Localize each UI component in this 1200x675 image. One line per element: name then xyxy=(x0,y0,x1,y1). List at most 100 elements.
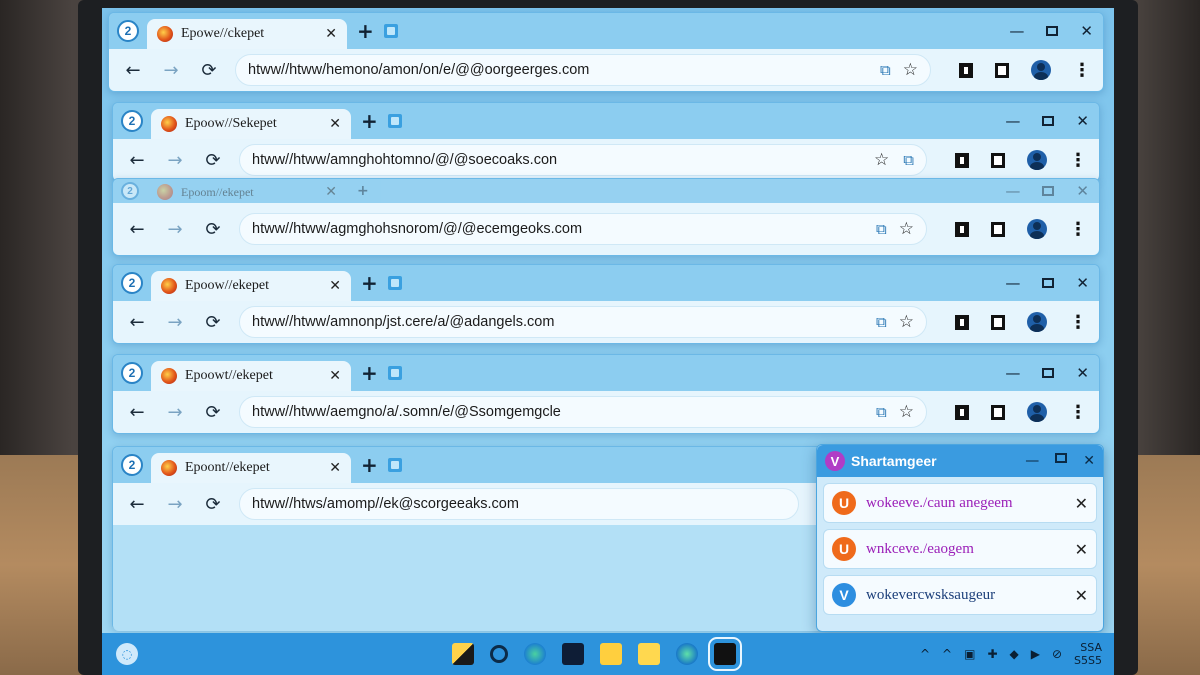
tray-arrow-icon[interactable]: ^ xyxy=(942,647,952,661)
maximize-button[interactable] xyxy=(1055,453,1068,463)
new-tab-button[interactable]: + xyxy=(361,361,378,385)
reading-list-icon[interactable] xyxy=(959,62,973,78)
profile-icon[interactable] xyxy=(1027,312,1047,332)
item-dismiss-icon[interactable]: ✕ xyxy=(1075,494,1088,513)
close-window-button[interactable]: ✕ xyxy=(1076,274,1089,292)
tab-close-icon[interactable]: ✕ xyxy=(329,460,341,476)
reload-button[interactable]: ⟳ xyxy=(201,312,225,333)
minimize-button[interactable]: — xyxy=(1005,364,1020,382)
new-tab-button[interactable]: + xyxy=(357,19,374,43)
browser-tab[interactable]: Epowe//ckepet ✕ xyxy=(147,19,347,49)
sidebar-icon[interactable] xyxy=(991,152,1005,168)
maximize-button[interactable] xyxy=(1046,26,1059,36)
tray-add-icon[interactable]: ✚ xyxy=(987,647,997,661)
minimize-button[interactable]: — xyxy=(1025,453,1039,469)
tab-close-icon[interactable]: ✕ xyxy=(329,278,341,294)
browser-tab[interactable]: Epoom//ekepet ✕ xyxy=(147,181,347,203)
browser-tab[interactable]: Epoont//ekepet ✕ xyxy=(151,453,351,483)
back-button[interactable]: ← xyxy=(125,150,149,171)
menu-icon[interactable]: ⋮ xyxy=(1073,60,1091,81)
new-tab-button[interactable]: + xyxy=(361,453,378,477)
tab-search-icon[interactable] xyxy=(387,458,402,472)
maximize-button[interactable] xyxy=(1042,116,1055,126)
address-bar[interactable]: htww//htww/amnghohtomno/@/@soecoaks.con … xyxy=(239,144,927,176)
panel-list-item[interactable]: V wokevercwsksaugeur ✕ xyxy=(823,575,1097,615)
profile-icon[interactable] xyxy=(1027,150,1047,170)
minimize-button[interactable]: — xyxy=(1005,182,1020,200)
bookmark-star-icon[interactable]: ☆ xyxy=(899,312,914,332)
sidebar-icon[interactable] xyxy=(991,314,1005,330)
store-app-icon[interactable] xyxy=(708,637,742,671)
tray-diamond-icon[interactable]: ◆ xyxy=(1010,647,1019,661)
profile-icon[interactable] xyxy=(1027,219,1047,239)
file-explorer-icon[interactable] xyxy=(600,643,622,665)
address-bar[interactable]: htww//htww/amnonp/jst.cere/a/@adangels.c… xyxy=(239,306,927,338)
tab-close-icon[interactable]: ✕ xyxy=(325,26,337,42)
new-tab-button[interactable]: + xyxy=(361,109,378,133)
forward-button[interactable]: → xyxy=(163,312,187,333)
menu-icon[interactable]: ⋮ xyxy=(1069,402,1087,423)
tab-search-icon[interactable] xyxy=(387,114,402,128)
extension-icon[interactable]: ⧉ xyxy=(903,151,914,169)
maximize-button[interactable] xyxy=(1042,278,1055,288)
bookmark-star-icon[interactable]: ☆ xyxy=(903,60,918,80)
forward-button[interactable]: → xyxy=(163,150,187,171)
profile-icon[interactable] xyxy=(1031,60,1051,80)
minimize-button[interactable]: — xyxy=(1005,274,1020,292)
address-bar[interactable]: htww//htww/agmghohsnorom/@/@ecemgeoks.co… xyxy=(239,213,927,245)
taskbar-clock[interactable]: SSA S5S5 xyxy=(1074,641,1102,667)
reload-button[interactable]: ⟳ xyxy=(201,494,225,515)
reload-button[interactable]: ⟳ xyxy=(201,150,225,171)
tab-close-icon[interactable]: ✕ xyxy=(325,184,337,200)
forward-button[interactable]: → xyxy=(163,219,187,240)
menu-icon[interactable]: ⋮ xyxy=(1069,150,1087,171)
maximize-button[interactable] xyxy=(1042,368,1055,378)
reload-button[interactable]: ⟳ xyxy=(197,60,221,81)
windows-start-icon[interactable] xyxy=(452,643,474,665)
forward-button[interactable]: → xyxy=(163,494,187,515)
profile-icon[interactable] xyxy=(1027,402,1047,422)
forward-button[interactable]: → xyxy=(163,402,187,423)
new-tab-button[interactable]: + xyxy=(357,183,369,199)
edge-browser-icon[interactable] xyxy=(524,643,546,665)
reading-list-icon[interactable] xyxy=(955,314,969,330)
tray-status-icon[interactable]: ⊘ xyxy=(1052,647,1062,661)
bookmark-star-icon[interactable]: ☆ xyxy=(874,150,889,170)
tab-close-icon[interactable]: ✕ xyxy=(329,116,341,132)
minimize-button[interactable]: — xyxy=(1009,22,1024,40)
back-button[interactable]: ← xyxy=(125,402,149,423)
tab-search-icon[interactable] xyxy=(387,366,402,380)
extension-icon[interactable]: ⧉ xyxy=(876,313,887,331)
extension-icon[interactable]: ⧉ xyxy=(880,61,891,79)
tab-search-icon[interactable] xyxy=(383,24,398,38)
reload-button[interactable]: ⟳ xyxy=(201,219,225,240)
tab-close-icon[interactable]: ✕ xyxy=(329,368,341,384)
tray-overflow-icon[interactable]: ^ xyxy=(920,647,930,661)
start-icon[interactable]: ◌ xyxy=(116,643,138,665)
forward-button[interactable]: → xyxy=(159,60,183,81)
reading-list-icon[interactable] xyxy=(955,221,969,237)
close-window-button[interactable]: ✕ xyxy=(1076,112,1089,130)
new-tab-button[interactable]: + xyxy=(361,271,378,295)
reload-button[interactable]: ⟳ xyxy=(201,402,225,423)
sidebar-icon[interactable] xyxy=(991,221,1005,237)
back-button[interactable]: ← xyxy=(125,219,149,240)
menu-icon[interactable]: ⋮ xyxy=(1069,312,1087,333)
close-window-button[interactable]: ✕ xyxy=(1076,364,1089,382)
panel-list-item[interactable]: U wnkceve./eaogem ✕ xyxy=(823,529,1097,569)
back-button[interactable]: ← xyxy=(125,312,149,333)
folder-icon[interactable] xyxy=(638,643,660,665)
close-panel-button[interactable]: ✕ xyxy=(1083,453,1095,469)
tray-volume-icon[interactable]: ▶ xyxy=(1031,647,1040,661)
back-button[interactable]: ← xyxy=(121,60,145,81)
panel-list-item[interactable]: U wokeeve./caun anegeem ✕ xyxy=(823,483,1097,523)
browser-tab[interactable]: Epoow//ekepet ✕ xyxy=(151,271,351,301)
browser-tab[interactable]: Epoow//Sekepet ✕ xyxy=(151,109,351,139)
reading-list-icon[interactable] xyxy=(955,152,969,168)
tray-network-icon[interactable]: ▣ xyxy=(964,647,975,661)
menu-icon[interactable]: ⋮ xyxy=(1069,219,1087,240)
bookmark-star-icon[interactable]: ☆ xyxy=(899,219,914,239)
reading-list-icon[interactable] xyxy=(955,404,969,420)
address-bar[interactable]: htww//htww/aemgno/a/.somn/e/@Ssomgemgcle… xyxy=(239,396,927,428)
browser-tab[interactable]: Epoowt//ekepet ✕ xyxy=(151,361,351,391)
